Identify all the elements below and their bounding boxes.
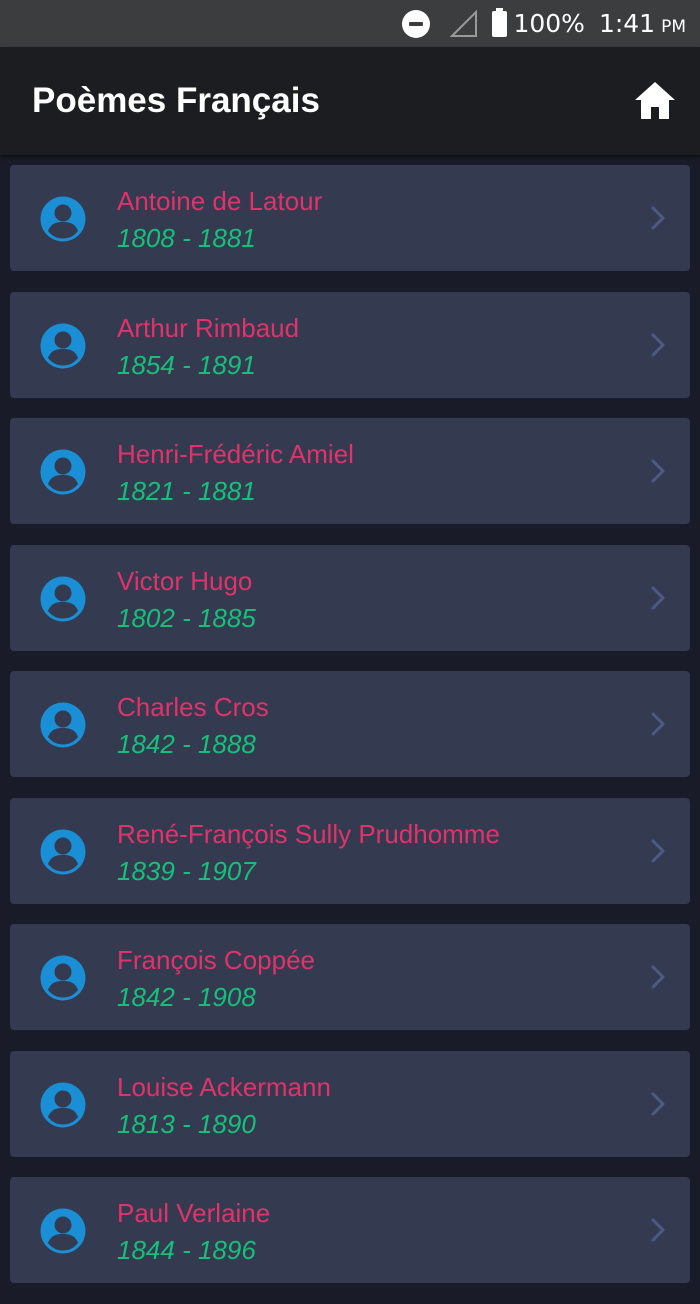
poet-dates: 1813 - 1890: [117, 1108, 256, 1139]
poet-list-item[interactable]: Charles Cros 1842 - 1888: [10, 671, 690, 777]
chevron-right-icon: [651, 1218, 665, 1242]
chevron-right-icon: [651, 333, 665, 356]
poet-list-item[interactable]: François Coppée 1842 - 1908: [10, 924, 690, 1030]
avatar-icon: [40, 702, 86, 748]
signal-icon: [450, 9, 478, 37]
clock-time: 1:41: [598, 9, 656, 38]
avatar-icon: [40, 1082, 86, 1127]
poet-list-item[interactable]: Victor Hugo 1802 - 1885: [10, 544, 690, 651]
status-icons: 100% 1:41 PM: [402, 0, 686, 47]
avatar-icon: [40, 829, 86, 874]
poet-name: Louise Ackermann: [117, 1071, 331, 1102]
poet-dates: 1842 - 1908: [117, 982, 256, 1012]
poet-dates: 1821 - 1881: [117, 476, 256, 506]
do-not-disturb-icon: [402, 9, 431, 38]
avatar-icon: [40, 576, 86, 621]
chevron-right-icon: [651, 1092, 665, 1115]
chevron-right-icon: [651, 839, 665, 862]
poet-name: Arthur Rimbaud: [117, 312, 300, 343]
poet-name: Charles Cros: [117, 692, 269, 722]
home-button[interactable]: [632, 79, 678, 123]
battery-percent: 100%: [513, 9, 585, 38]
chevron-right-icon: [651, 459, 665, 483]
poet-list-item[interactable]: Henri-Frédéric Amiel 1821 - 1881: [10, 418, 690, 524]
poet-list-item[interactable]: Paul Verlaine 1844 - 1896: [10, 1177, 690, 1283]
poet-list: Antoine de Latour 1808 - 1881 Arthur Rimba…: [10, 165, 690, 1304]
battery-icon: [492, 7, 508, 37]
chevron-right-icon: [651, 586, 665, 609]
page-title: Poèmes Français: [32, 81, 320, 120]
poet-list-item[interactable]: Antoine de Latour 1808 - 1881: [10, 165, 690, 271]
poet-dates: 1854 - 1891: [117, 349, 256, 380]
home-icon: [635, 82, 675, 119]
poet-name: Paul Verlaine: [117, 1198, 271, 1228]
poet-dates: 1844 - 1896: [117, 1235, 256, 1265]
chevron-right-icon: [651, 712, 665, 736]
poet-list-item[interactable]: René-François Sully Prudhomme 1839 - 1907: [10, 797, 690, 904]
poet-dates: 1808 - 1881: [117, 223, 256, 253]
poet-dates: 1839 - 1907: [117, 855, 256, 886]
poet-name: François Coppée: [117, 945, 315, 975]
chevron-right-icon: [651, 206, 665, 230]
avatar-icon: [40, 955, 86, 1001]
poet-list-item[interactable]: Arthur Rimbaud 1854 - 1891: [10, 291, 690, 398]
chevron-right-icon: [651, 965, 665, 989]
avatar-icon: [40, 196, 86, 242]
poet-name: René-François Sully Prudhomme: [117, 818, 500, 849]
poet-name: Victor Hugo: [117, 565, 253, 596]
status-bar: 100% 1:41 PM: [0, 0, 700, 47]
poet-dates: 1802 - 1885: [117, 602, 256, 633]
app-bar: Poèmes Français: [0, 47, 700, 155]
poet-name: Henri-Frédéric Amiel: [117, 439, 354, 469]
poet-dates: 1842 - 1888: [117, 729, 256, 759]
poet-name: Antoine de Latour: [117, 186, 323, 216]
clock-ampm: PM: [661, 17, 686, 37]
avatar-icon: [40, 1208, 86, 1254]
poet-list-item[interactable]: Louise Ackermann 1813 - 1890: [10, 1050, 690, 1157]
clock: 1:41 PM: [599, 9, 686, 38]
avatar-icon: [40, 323, 86, 368]
avatar-icon: [40, 449, 86, 495]
